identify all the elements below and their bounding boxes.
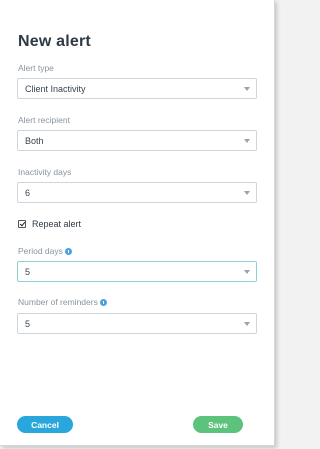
alert-recipient-select[interactable]: Both [17,130,257,151]
repeat-alert-checkbox[interactable] [18,220,26,228]
number-of-reminders-select[interactable]: 5 [17,313,257,334]
save-button[interactable]: Save [193,416,243,433]
chevron-down-icon [244,270,250,274]
number-of-reminders-label-text: Number of reminders [18,297,98,307]
inactivity-days-value: 6 [25,187,31,198]
period-days-select[interactable]: 5 [17,261,257,282]
inactivity-days-label: Inactivity days [18,167,71,177]
period-days-label-text: Period days [18,246,63,256]
cancel-button[interactable]: Cancel [17,416,73,433]
inactivity-days-label-text: Inactivity days [18,167,72,177]
chevron-down-icon [244,139,250,143]
period-days-label: Period days [18,246,72,256]
alert-type-label-text: Alert type [18,63,54,73]
alert-recipient-label-text: Alert recipient [18,115,70,125]
chevron-down-icon [244,87,250,91]
chevron-down-icon [244,191,250,195]
new-alert-panel: New alert Alert type Client Inactivity A… [0,0,275,446]
alert-recipient-label: Alert recipient [18,115,70,125]
alert-type-select[interactable]: Client Inactivity [17,78,257,99]
alert-type-label: Alert type [18,63,54,73]
alert-recipient-value: Both [25,135,44,146]
period-days-value: 5 [25,266,31,277]
info-icon[interactable] [99,298,107,306]
page-title: New alert [18,33,91,50]
repeat-alert-label: Repeat alert [32,219,82,229]
number-of-reminders-value: 5 [25,318,31,329]
info-icon[interactable] [64,247,72,255]
number-of-reminders-label: Number of reminders [18,297,107,307]
repeat-alert-row[interactable]: Repeat alert [18,219,81,229]
chevron-down-icon [244,322,250,326]
alert-type-value: Client Inactivity [25,83,86,94]
inactivity-days-select[interactable]: 6 [17,182,257,203]
